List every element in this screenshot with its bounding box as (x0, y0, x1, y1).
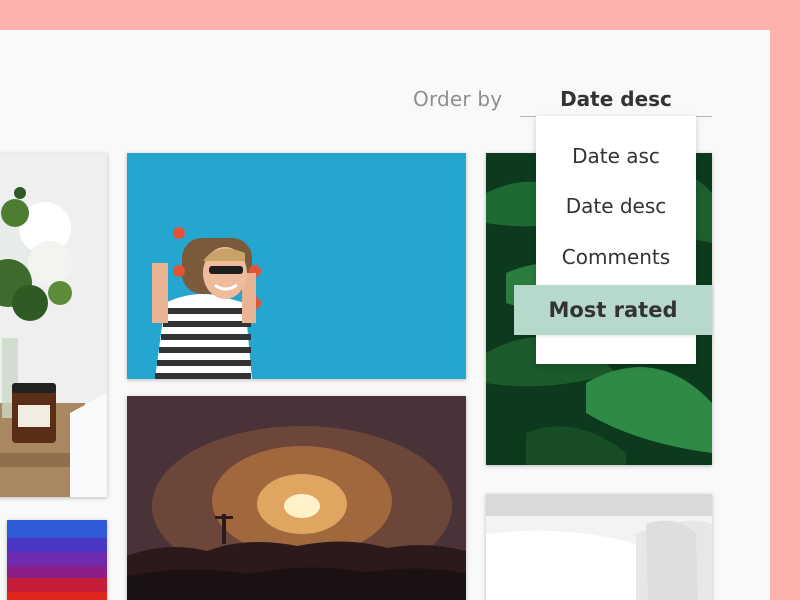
order-by-label: Order by (413, 87, 503, 111)
photo-skateboarder[interactable] (127, 153, 466, 379)
photo-flowers-image (0, 153, 107, 497)
option-most-rated[interactable]: Most rated (514, 285, 712, 335)
photo-concert-image (127, 396, 466, 600)
gallery-panel: Order by Date desc Date asc Date desc Co… (0, 30, 770, 600)
option-date-desc[interactable]: Date desc (536, 194, 696, 218)
photo-colors[interactable] (7, 520, 107, 600)
photo-bedding-image (486, 494, 712, 600)
option-date-asc[interactable]: Date asc (536, 144, 696, 168)
photo-bedding[interactable] (486, 494, 712, 600)
photo-concert[interactable] (127, 396, 466, 600)
photo-colors-image (7, 520, 107, 600)
order-by-selected-value: Date desc (560, 87, 672, 111)
option-comments[interactable]: Comments (536, 245, 696, 269)
photo-skateboarder-image (127, 153, 466, 379)
order-by-select[interactable]: Date desc (520, 80, 712, 117)
photo-flowers[interactable] (0, 153, 107, 497)
